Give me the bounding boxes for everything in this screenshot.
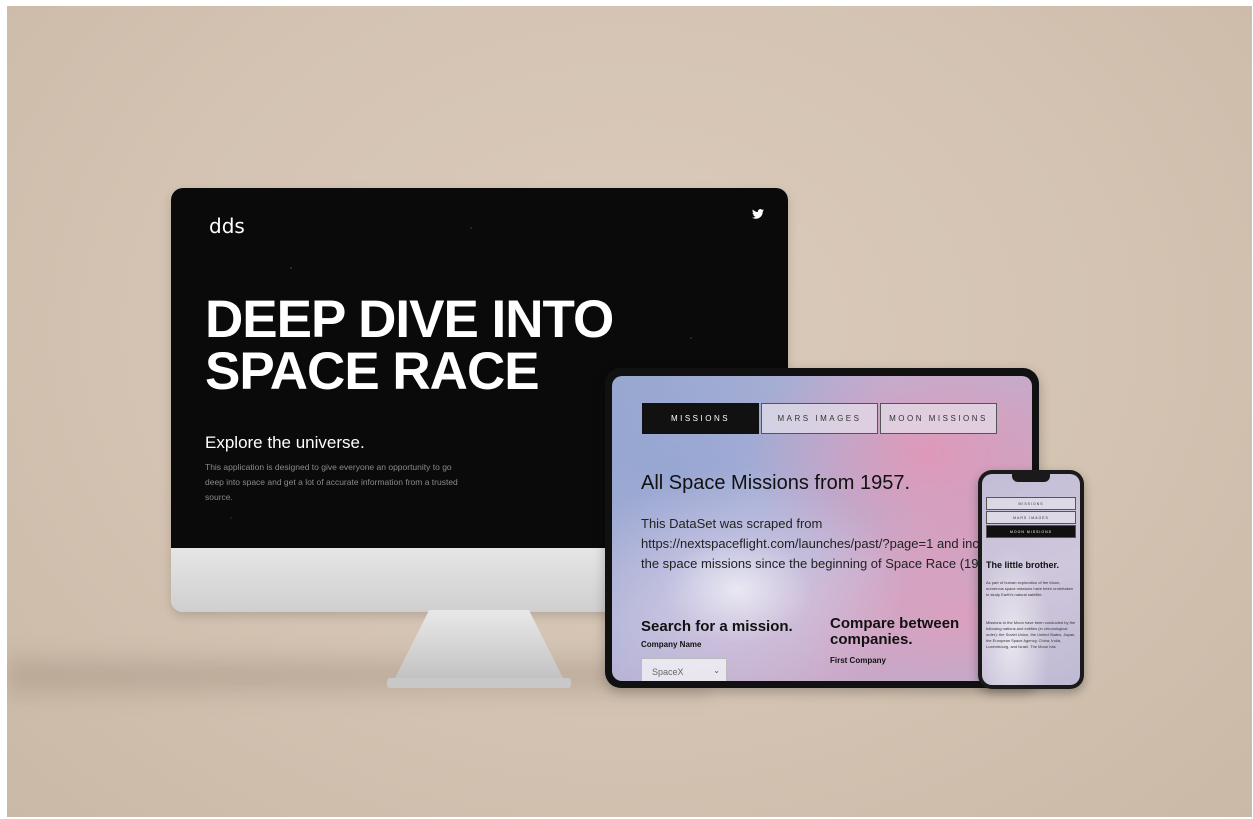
phone-tab-moon-missions[interactable]: MOON MISSIONS [986,525,1076,538]
phone-tab-bar: MISSIONS MARS IMAGES MOON MISSIONS [986,497,1076,539]
twitter-icon[interactable] [752,208,764,222]
company-select-value: SpaceX [652,667,684,677]
tablet-device: MISSIONS MARS IMAGES MOON MISSIONS All S… [605,368,1039,688]
phone-tab-mars-images[interactable]: MARS IMAGES [986,511,1076,524]
missions-title: All Space Missions from 1957. [641,472,911,494]
first-company-label: First Company [830,656,887,665]
tab-missions[interactable]: MISSIONS [642,403,759,434]
phone-title: The little brother. [986,560,1060,570]
site-logo[interactable]: dds [209,214,245,238]
phone-paragraph-1: As part of human exploration of the Moon… [986,580,1074,597]
tablet-tab-bar: MISSIONS MARS IMAGES MOON MISSIONS [642,403,999,434]
floor-shadow [7,646,707,706]
mockup-scene: dds DEEP DIVE INTO SPACE RACE Explore th… [7,6,1252,817]
dataset-description: This DataSet was scraped from https://ne… [641,516,1027,571]
chevron-down-icon: ⌄ [713,666,720,675]
compare-heading: Compare between companies. [830,615,960,648]
company-name-label: Company Name [641,640,702,649]
phone-tab-missions[interactable]: MISSIONS [986,497,1076,510]
search-heading: Search for a mission. [641,618,793,635]
monitor-stand [390,610,568,688]
tablet-screen: MISSIONS MARS IMAGES MOON MISSIONS All S… [612,376,1032,681]
phone-paragraph-2: Missions to the Moon have been conducted… [986,620,1076,649]
phone-device: MISSIONS MARS IMAGES MOON MISSIONS The l… [978,470,1084,689]
hero-subtitle: Explore the universe. [205,433,365,452]
monitor-stand-base [387,678,571,688]
tab-mars-images[interactable]: MARS IMAGES [761,403,878,434]
hero-description: This application is designed to give eve… [205,462,458,502]
tab-moon-missions[interactable]: MOON MISSIONS [880,403,997,434]
company-select[interactable]: SpaceX ⌄ [641,658,727,681]
phone-notch [1012,474,1050,482]
phone-screen: MISSIONS MARS IMAGES MOON MISSIONS The l… [982,474,1080,685]
